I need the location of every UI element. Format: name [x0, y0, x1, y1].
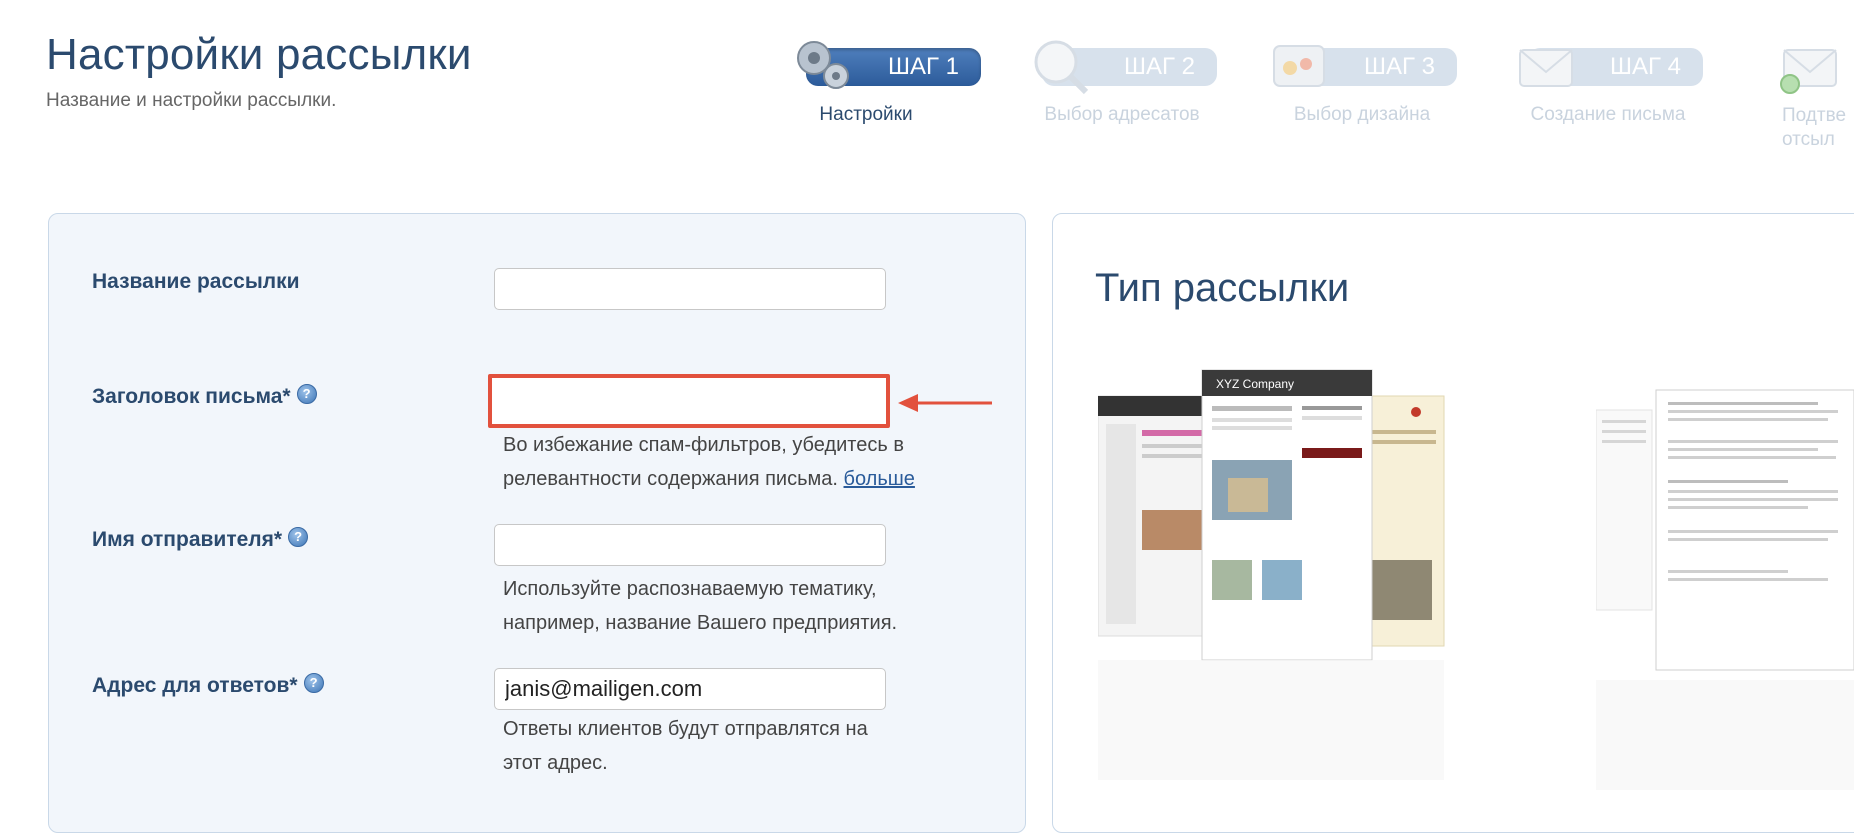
step-5-label-line1: Подтве [1782, 105, 1847, 126]
gears-icon [797, 41, 849, 89]
subject-hint-line2-text: релевантности содержания письма. [503, 468, 838, 490]
preview-company-name: XYZ Company [1216, 377, 1294, 391]
step-1[interactable]: ШАГ 1 Настройки [786, 41, 986, 156]
wizard-steps: ШАГ 1 Настройки ШАГ 2 Выбор адресатов ША… [0, 40, 1854, 156]
magnifier-icon [1034, 40, 1089, 95]
reply-label-text: Адрес для ответов* [92, 674, 298, 697]
reply-hint: Ответы клиентов будут отправлятся на это… [503, 712, 1023, 780]
reply-address-input[interactable] [494, 668, 886, 710]
arrow-left-icon [898, 394, 992, 412]
sender-label-text: Имя отправителя* [92, 528, 283, 551]
sender-label: Имя отправителя*? [92, 527, 309, 552]
subject-label-text: Заголовок письма* [92, 385, 291, 408]
sender-name-input[interactable] [494, 524, 886, 566]
envelope-icon [1519, 49, 1573, 87]
step-5[interactable]: Подтве отсыл [1752, 46, 1854, 156]
reply-hint-line1: Ответы клиентов будут отправлятся на [503, 718, 868, 740]
help-icon[interactable]: ? [303, 673, 324, 694]
step-5-label: Подтве отсыл [1782, 104, 1854, 152]
reply-label: Адрес для ответов*? [92, 673, 324, 698]
subject-hint-line2: релевантности содержания письма. больше [503, 462, 1023, 496]
send-envelope-icon [1780, 49, 1837, 94]
palette-icon [1273, 45, 1325, 87]
step-2-label: Выбор адресатов [1044, 104, 1200, 125]
step-2[interactable]: ШАГ 2 Выбор адресатов [1022, 40, 1222, 156]
subject-label: Заголовок письма*? [92, 384, 317, 409]
text-template-preview[interactable] [1596, 380, 1854, 800]
sender-hint-line2: например, название Вашего предприятия. [503, 612, 898, 634]
step-4-label: Создание письма [1530, 104, 1686, 125]
subject-hint-line1: Во избежание спам-фильтров, убедитесь в [503, 434, 904, 456]
step-4[interactable]: ШАГ 4 Создание письма [1508, 46, 1708, 156]
step-3[interactable]: ШАГ 3 Выбор дизайна [1262, 45, 1462, 156]
help-icon[interactable]: ? [296, 384, 317, 405]
step-1-label: Настройки [819, 104, 913, 125]
sender-hint: Используйте распознаваемую тематику, нап… [503, 572, 1023, 640]
more-link[interactable]: больше [844, 468, 915, 490]
mailing-type-title: Тип рассылки [1095, 266, 1350, 310]
help-icon[interactable]: ? [288, 527, 309, 548]
sender-hint-line1: Используйте распознаваемую тематику, [503, 578, 877, 600]
step-3-label: Выбор дизайна [1293, 104, 1431, 125]
reply-hint-line2: этот адрес. [503, 752, 608, 774]
subject-input[interactable] [488, 374, 890, 428]
html-template-preview[interactable]: XYZ Company [1098, 360, 1528, 800]
subject-hint: Во избежание спам-фильтров, убедитесь в … [503, 428, 1023, 496]
step-5-label-line2: отсыл [1782, 129, 1835, 150]
mailing-name-label: Название рассылки [92, 270, 300, 293]
mailing-name-input[interactable] [494, 268, 886, 310]
